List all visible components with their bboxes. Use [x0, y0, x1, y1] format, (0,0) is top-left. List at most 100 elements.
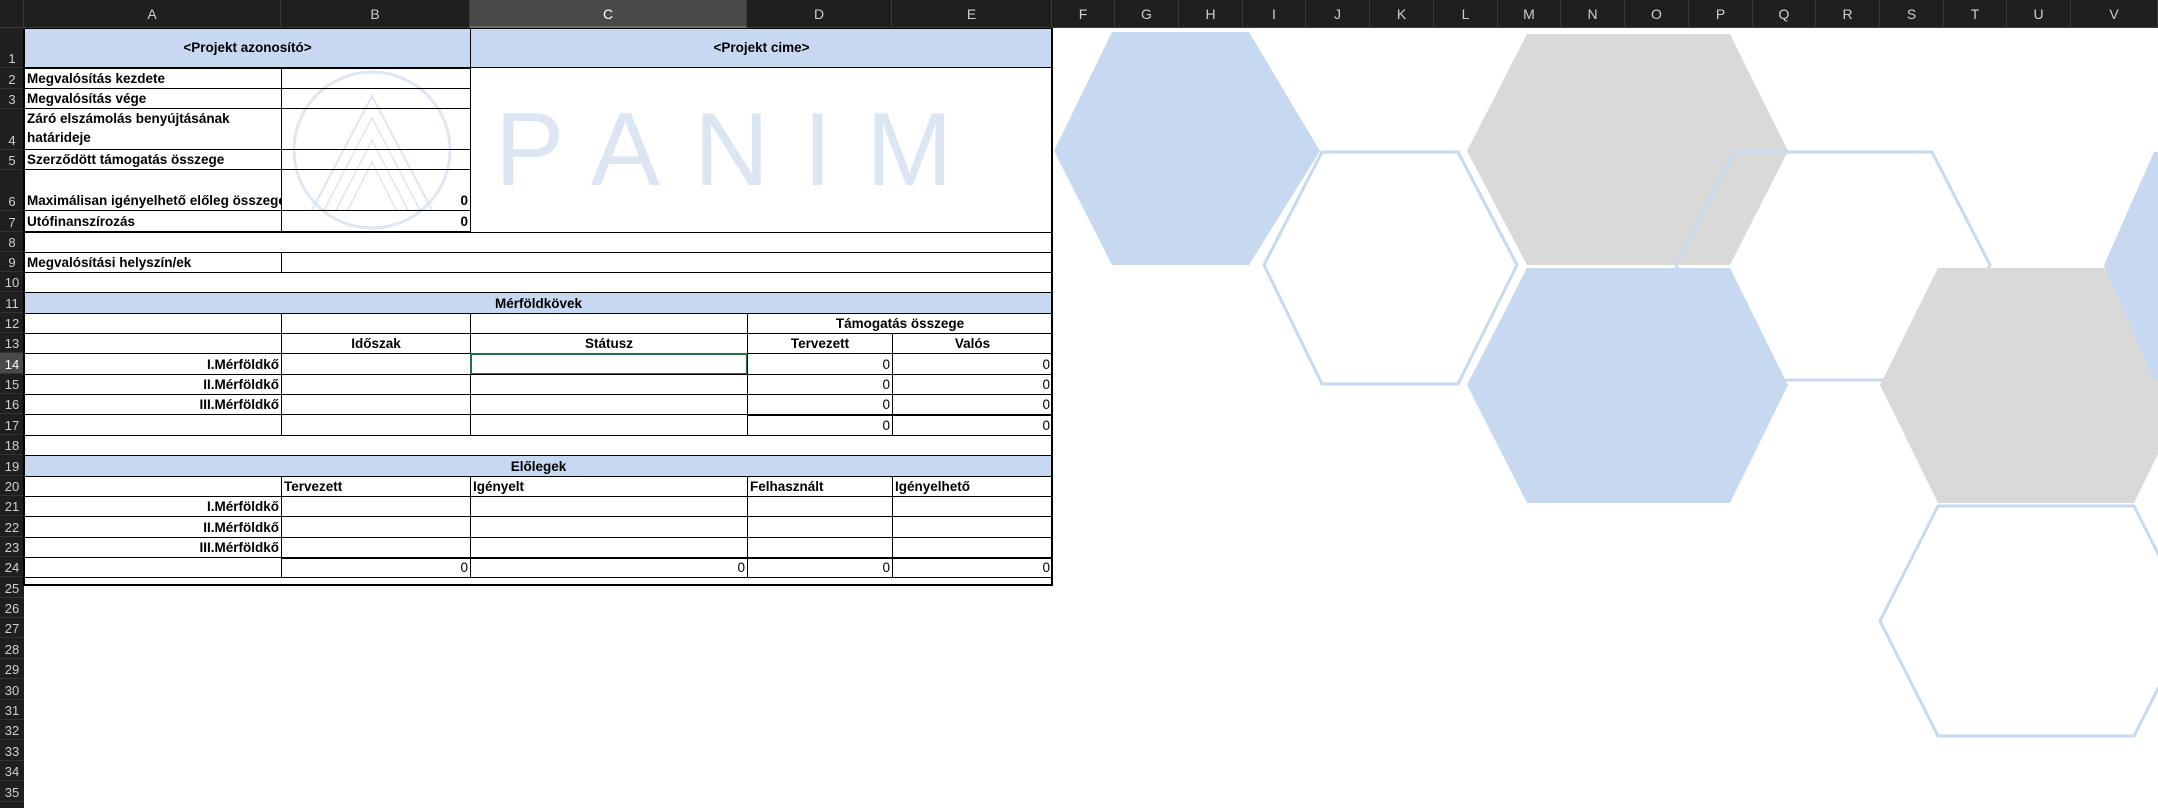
column-header-i[interactable]: I [1243, 0, 1306, 28]
advance-1-requested-cell[interactable] [470, 496, 748, 517]
advance-2-requested-cell[interactable] [470, 516, 748, 538]
deadline-value-cell[interactable] [281, 108, 471, 150]
row-header[interactable]: 14 [0, 353, 24, 374]
row-header[interactable]: 32 [0, 720, 24, 740]
column-header-k[interactable]: K [1370, 0, 1434, 28]
column-header-s[interactable]: S [1880, 0, 1944, 28]
advance-1-used-cell[interactable] [747, 496, 893, 517]
column-header-t[interactable]: T [1944, 0, 2007, 28]
advance-total-blank[interactable] [24, 557, 282, 578]
row-header[interactable]: 35 [0, 781, 24, 802]
column-header-m[interactable]: M [1498, 0, 1561, 28]
spacer-row[interactable] [24, 232, 1053, 252]
row-header[interactable]: 21 [0, 496, 24, 516]
row-header[interactable]: 2 [0, 68, 24, 89]
column-header-p[interactable]: P [1689, 0, 1753, 28]
row-header[interactable]: 1 [0, 28, 24, 68]
column-header-q[interactable]: Q [1753, 0, 1816, 28]
row-header[interactable]: 11 [0, 292, 24, 313]
advance-3-requested-cell[interactable] [470, 537, 748, 558]
row-header[interactable]: 18 [0, 435, 24, 455]
milestone-blank[interactable] [470, 313, 748, 334]
milestone-total-blank[interactable] [281, 414, 471, 436]
milestone-total-blank[interactable] [470, 414, 748, 436]
advance-2-used-cell[interactable] [747, 516, 893, 538]
row-header[interactable]: 15 [0, 374, 24, 394]
milestone-1-status-cell[interactable] [470, 353, 748, 375]
milestone-blank[interactable] [281, 313, 471, 334]
row-header[interactable]: 24 [0, 557, 24, 577]
milestone-2-planned-cell[interactable]: 0 [747, 374, 893, 395]
advance-1-claimable-cell[interactable] [892, 496, 1053, 517]
info-blank-area[interactable] [470, 68, 1053, 232]
milestone-2-period-cell[interactable] [281, 374, 471, 395]
project-title-cell[interactable]: <Projekt cime> [470, 28, 1053, 68]
row-header[interactable]: 19 [0, 455, 24, 476]
advance-total-claimable-cell[interactable]: 0 [892, 557, 1053, 578]
contract-value-cell[interactable] [281, 149, 471, 170]
row-header[interactable]: 26 [0, 598, 24, 618]
milestone-total-blank[interactable] [24, 414, 282, 436]
spacer-row[interactable] [24, 272, 1053, 293]
advances-blank[interactable] [24, 476, 282, 497]
column-header-b[interactable]: B [281, 0, 470, 28]
row-header[interactable]: 6 [0, 170, 24, 211]
column-header-l[interactable]: L [1434, 0, 1498, 28]
row-header[interactable]: 20 [0, 476, 24, 496]
column-header-r[interactable]: R [1816, 0, 1880, 28]
advance-2-claimable-cell[interactable] [892, 516, 1053, 538]
row-header[interactable]: 10 [0, 272, 24, 292]
row-header[interactable]: 3 [0, 89, 24, 109]
row-header[interactable]: 4 [0, 109, 24, 150]
post-financing-value-cell[interactable]: 0 [281, 210, 471, 232]
row-header[interactable]: 17 [0, 414, 24, 435]
milestone-3-status-cell[interactable] [470, 394, 748, 415]
advance-max-value-cell[interactable]: 0 [281, 169, 471, 211]
column-header-d[interactable]: D [747, 0, 892, 28]
milestone-3-planned-cell[interactable]: 0 [747, 394, 893, 415]
column-header-j[interactable]: J [1306, 0, 1370, 28]
column-header-g[interactable]: G [1115, 0, 1179, 28]
select-all-corner[interactable] [0, 0, 24, 28]
row-header[interactable]: 28 [0, 638, 24, 659]
column-header-c[interactable]: C [470, 0, 747, 28]
advance-2-planned-cell[interactable] [281, 516, 471, 538]
milestone-blank[interactable] [24, 313, 282, 334]
row-header[interactable]: 16 [0, 394, 24, 414]
advance-3-planned-cell[interactable] [281, 537, 471, 558]
advance-total-requested-cell[interactable]: 0 [470, 557, 748, 578]
advance-1-planned-cell[interactable] [281, 496, 471, 517]
advance-3-used-cell[interactable] [747, 537, 893, 558]
row-header[interactable]: 29 [0, 659, 24, 679]
row-header[interactable]: 7 [0, 211, 24, 232]
milestone-total-actual-cell[interactable]: 0 [892, 414, 1053, 436]
location-value-cell[interactable] [281, 252, 1053, 273]
column-header-e[interactable]: E [892, 0, 1052, 28]
milestone-1-actual-cell[interactable]: 0 [892, 353, 1053, 375]
row-header[interactable]: 13 [0, 333, 24, 353]
advance-total-planned-cell[interactable]: 0 [281, 557, 471, 578]
start-value-cell[interactable] [281, 68, 471, 89]
milestone-2-actual-cell[interactable]: 0 [892, 374, 1053, 395]
row-header[interactable]: 34 [0, 761, 24, 781]
row-header[interactable]: 31 [0, 700, 24, 720]
end-value-cell[interactable] [281, 88, 471, 109]
milestone-1-period-cell[interactable] [281, 353, 471, 375]
row-header[interactable]: 5 [0, 150, 24, 170]
column-header-v[interactable]: V [2071, 0, 2158, 28]
row-header[interactable]: 25 [0, 577, 24, 598]
column-header-h[interactable]: H [1179, 0, 1243, 28]
advance-total-used-cell[interactable]: 0 [747, 557, 893, 578]
row-header[interactable]: 9 [0, 252, 24, 272]
row-header[interactable]: 12 [0, 313, 24, 333]
column-header-f[interactable]: F [1052, 0, 1115, 28]
column-header-a[interactable]: A [24, 0, 281, 28]
row-header[interactable]: 30 [0, 679, 24, 700]
milestone-total-planned-cell[interactable]: 0 [747, 414, 893, 436]
column-header-u[interactable]: U [2007, 0, 2071, 28]
row-header[interactable]: 22 [0, 516, 24, 537]
milestone-blank[interactable] [24, 333, 282, 354]
spacer-row[interactable] [24, 435, 1053, 456]
milestone-3-actual-cell[interactable]: 0 [892, 394, 1053, 415]
column-header-o[interactable]: O [1625, 0, 1689, 28]
